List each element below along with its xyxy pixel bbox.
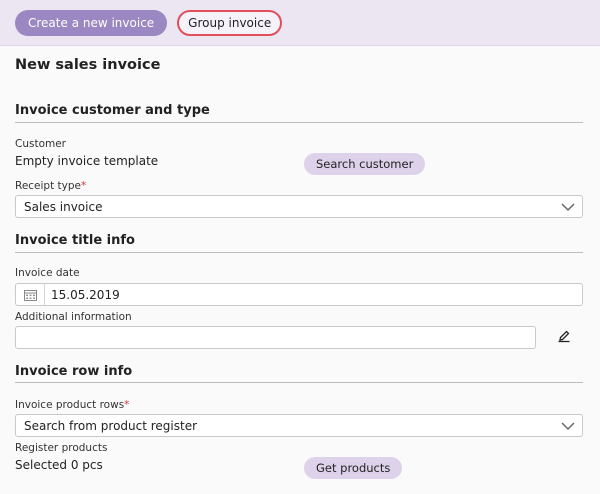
additional-info-label: Additional information [15, 311, 132, 323]
get-products-button[interactable]: Get products [304, 457, 403, 479]
chevron-down-icon [561, 422, 575, 431]
group-invoice-button[interactable]: Group invoice [177, 9, 283, 36]
customer-value: Empty invoice template [15, 154, 159, 168]
product-rows-select[interactable]: Search from product register [15, 414, 583, 437]
receipt-type-label: Receipt type* [15, 180, 86, 192]
calendar-icon[interactable] [16, 284, 45, 305]
required-marker: * [124, 399, 130, 411]
additional-info-input[interactable] [15, 326, 536, 349]
product-rows-label: Invoice product rows* [15, 399, 129, 411]
section-divider [15, 252, 583, 253]
selected-count: Selected 0 pcs [15, 458, 103, 472]
pencil-icon[interactable] [557, 329, 571, 343]
section-divider [15, 122, 583, 123]
section-divider [15, 382, 583, 383]
receipt-type-label-text: Receipt type [15, 180, 82, 192]
register-products-label: Register products [15, 442, 108, 454]
section-title-row-info: Invoice row info [15, 364, 133, 379]
page-title: New sales invoice [15, 57, 161, 73]
section-title-invoice-title: Invoice title info [15, 233, 135, 248]
invoice-date-value: 15.05.2019 [51, 287, 120, 302]
invoice-date-field[interactable]: 15.05.2019 [15, 283, 583, 306]
create-invoice-button[interactable]: Create a new invoice [15, 9, 168, 36]
required-marker: * [81, 180, 87, 192]
receipt-type-value: Sales invoice [24, 199, 103, 214]
section-title-customer: Invoice customer and type [15, 103, 210, 118]
invoice-date-label: Invoice date [15, 267, 80, 279]
top-toolbar: Create a new invoice Group invoice [0, 0, 600, 46]
product-rows-value: Search from product register [24, 418, 198, 433]
chevron-down-icon [561, 203, 575, 212]
receipt-type-select[interactable]: Sales invoice [15, 195, 583, 218]
product-rows-label-text: Invoice product rows [15, 399, 125, 411]
customer-label: Customer [15, 138, 67, 150]
search-customer-button[interactable]: Search customer [304, 153, 426, 175]
